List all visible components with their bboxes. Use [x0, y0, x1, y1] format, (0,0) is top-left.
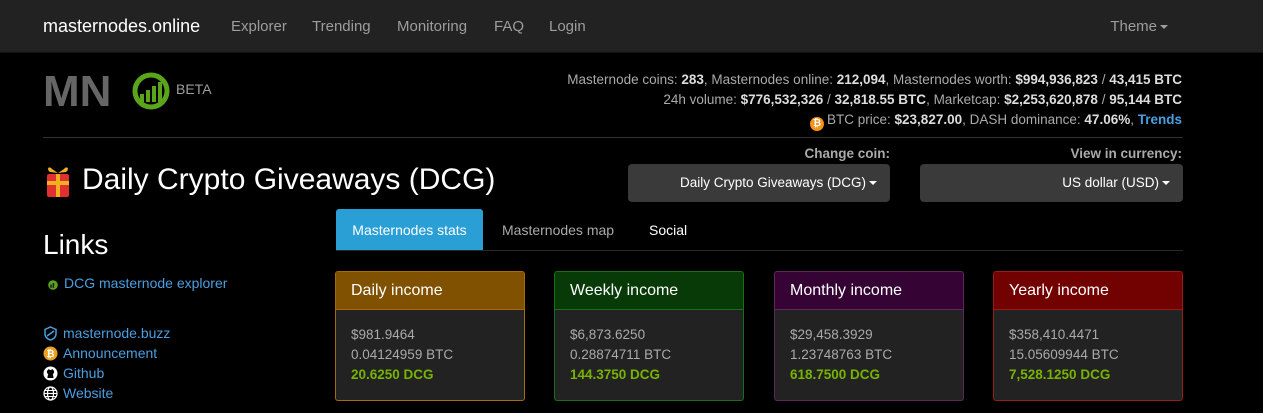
bitcoin-icon: ₿: [43, 346, 58, 361]
dash-dominance: 47.06%: [1084, 112, 1131, 127]
stats-line-1: Masternode coins: 283, Masternodes onlin…: [567, 72, 1182, 87]
nav-faq[interactable]: FAQ: [494, 18, 524, 35]
panel-title: Weekly income: [555, 272, 743, 310]
tab-masternodes-stats[interactable]: Masternodes stats: [336, 209, 483, 251]
currency-label: View in currency:: [1070, 146, 1182, 161]
income-btc: 0.28874711 BTC: [570, 347, 672, 362]
income-coin: 618.7500 DCG: [790, 367, 881, 382]
income-coin: 7,528.1250 DCG: [1009, 367, 1111, 382]
nav-monitoring[interactable]: Monitoring: [397, 18, 467, 35]
link-website[interactable]: Website: [43, 384, 113, 402]
income-btc: 0.04124959 BTC: [351, 347, 454, 362]
btc-price: $23,827.00: [894, 112, 963, 127]
shield-icon: [44, 326, 57, 341]
beta-badge: BETA: [176, 81, 212, 97]
links-heading: Links: [43, 229, 109, 260]
masternode-coins-count: 283: [681, 72, 704, 87]
brand-link[interactable]: masternodes.online: [43, 16, 200, 37]
link-explorer[interactable]: DCG masternode explorer: [47, 274, 227, 292]
marketcap-btc: 95,144 BTC: [1109, 92, 1182, 107]
nav-trending[interactable]: Trending: [312, 18, 371, 35]
weekly-income-panel: Weekly income $6,873.6250 0.28874711 BTC…: [554, 271, 744, 401]
panel-title: Monthly income: [775, 272, 963, 310]
tab-masternodes-map[interactable]: Masternodes map: [487, 209, 629, 251]
bitcoin-icon: ₿: [810, 117, 825, 131]
daily-income-panel: Daily income $981.9464 0.04124959 BTC 20…: [335, 271, 525, 401]
svg-text:₿: ₿: [46, 348, 54, 360]
currency-value: US dollar (USD): [1062, 175, 1159, 190]
masternodes-worth-usd: $994,936,823: [1015, 72, 1098, 87]
marketcap-usd: $2,253,620,878: [1004, 92, 1098, 107]
stats-line-3: ₿ BTC price: $23,827.00, DASH dominance: …: [567, 110, 1182, 131]
income-usd: $358,410.4471: [1009, 327, 1100, 342]
theme-dropdown[interactable]: Theme: [1110, 18, 1168, 35]
link-masternode-buzz[interactable]: masternode.buzz: [43, 324, 170, 342]
nav-explorer[interactable]: Explorer: [231, 18, 287, 35]
caret-down-icon: [1160, 25, 1168, 30]
divider: [43, 137, 1183, 138]
site-logo[interactable]: MN: [43, 67, 173, 116]
income-coin: 144.3750 DCG: [570, 367, 661, 382]
change-coin-label: Change coin:: [804, 146, 890, 161]
navbar: masternodes.online Explorer Trending Mon…: [0, 0, 1263, 53]
explorer-icon: [48, 280, 58, 290]
currency-dropdown[interactable]: US dollar (USD): [920, 164, 1183, 202]
theme-label: Theme: [1110, 18, 1157, 35]
stats-line-2: 24h volume: $776,532,326 / 32,818.55 BTC…: [663, 92, 1182, 107]
gift-icon: [45, 165, 71, 199]
income-coin: 20.6250 DCG: [351, 367, 434, 382]
mno-logo-icon: MN: [43, 67, 170, 116]
page-title: Daily Crypto Giveaways (DCG): [82, 163, 496, 196]
income-usd: $6,873.6250: [570, 327, 646, 342]
change-coin-value: Daily Crypto Giveaways (DCG): [679, 175, 866, 190]
change-coin-dropdown[interactable]: Daily Crypto Giveaways (DCG): [628, 164, 890, 202]
volume-usd: $776,532,326: [740, 92, 824, 107]
tabs-underline: [336, 250, 1183, 251]
link-github[interactable]: Github: [43, 364, 104, 382]
income-btc: 15.05609944 BTC: [1009, 347, 1119, 362]
globe-icon: [43, 386, 58, 401]
yearly-income-panel: Yearly income $358,410.4471 15.05609944 …: [993, 271, 1183, 401]
masternodes-online-count: 212,094: [836, 72, 886, 87]
income-usd: $29,458.3929: [790, 327, 873, 342]
panel-title: Daily income: [336, 272, 524, 310]
caret-down-icon: [869, 181, 877, 186]
trends-link[interactable]: Trends: [1138, 112, 1182, 127]
tab-social[interactable]: Social: [634, 209, 702, 251]
logo-text: MN: [43, 70, 111, 110]
masternodes-worth-btc: 43,415 BTC: [1109, 72, 1182, 87]
monthly-income-panel: Monthly income $29,458.3929 1.23748763 B…: [774, 271, 964, 401]
caret-down-icon: [1162, 181, 1170, 186]
income-usd: $981.9464: [351, 327, 415, 342]
volume-btc: 32,818.55 BTC: [834, 92, 927, 107]
nav-login[interactable]: Login: [549, 18, 586, 35]
github-icon: [43, 366, 58, 381]
income-btc: 1.23748763 BTC: [790, 347, 893, 362]
link-announcement[interactable]: ₿ Announcement: [43, 344, 157, 362]
global-stats: Masternode coins: 283, Masternodes onlin…: [567, 70, 1182, 131]
panel-title: Yearly income: [994, 272, 1182, 310]
